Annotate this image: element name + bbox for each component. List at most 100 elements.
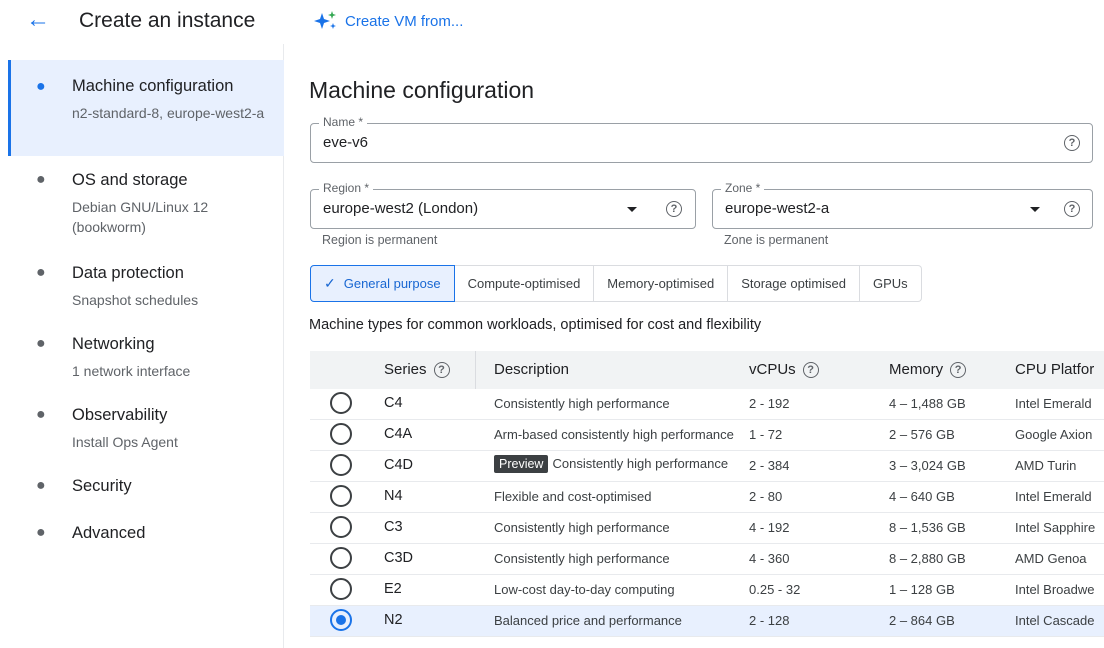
sidebar-item-sub: Snapshot schedules xyxy=(72,292,199,308)
tab-memory-optimised[interactable]: Memory-optimised xyxy=(594,265,729,302)
cell-series: C4A xyxy=(384,426,413,442)
machine-series-table: Series ? Description vCPUs ? Memory ? CP… xyxy=(310,351,1104,637)
cell-cpu-platform: AMD Turin xyxy=(1015,458,1077,473)
region-select[interactable]: Region * europe-west2 (London) ? xyxy=(310,181,696,229)
cell-memory: 8 – 1,536 GB xyxy=(889,520,966,535)
chevron-down-icon[interactable] xyxy=(1030,207,1040,212)
cell-vcpus: 4 - 360 xyxy=(749,551,790,566)
cell-series: N4 xyxy=(384,488,403,504)
tab-gpus[interactable]: GPUs xyxy=(860,265,922,302)
arrow-left-icon[interactable]: ← xyxy=(26,8,50,32)
cell-cpu-platform: Intel Emerald xyxy=(1015,396,1092,411)
cell-description: Balanced price and performance xyxy=(494,613,682,628)
cell-memory: 1 – 128 GB xyxy=(889,582,955,597)
cell-cpu-platform: Intel Cascade xyxy=(1015,613,1095,628)
tab-general-purpose[interactable]: ✓ General purpose xyxy=(310,265,455,302)
cell-vcpus: 2 - 192 xyxy=(749,396,790,411)
table-header: Series ? Description vCPUs ? Memory ? CP… xyxy=(310,351,1104,389)
sidebar-item-os-and-storage[interactable]: ● OS and storage Debian GNU/Linux 12 (bo… xyxy=(8,166,284,242)
radio-button[interactable] xyxy=(330,423,352,445)
cell-vcpus: 2 - 80 xyxy=(749,489,783,504)
sidebar-nav: ● Machine configuration n2-standard-8, e… xyxy=(0,44,284,648)
tab-label: Memory-optimised xyxy=(607,276,715,291)
zone-select[interactable]: Zone * europe-west2-a ? xyxy=(712,181,1093,229)
sidebar-item-label: Observability xyxy=(72,406,168,424)
table-row[interactable]: E2 Low-cost day-to-day computing 0.25 - … xyxy=(310,575,1104,606)
cell-description: Arm-based consistently high performance xyxy=(494,427,734,442)
help-icon[interactable]: ? xyxy=(1064,201,1080,217)
sidebar-item-observability[interactable]: ● Observability Install Ops Agent xyxy=(8,401,284,457)
table-row[interactable]: C3 Consistently high performance 4 - 192… xyxy=(310,513,1104,544)
radio-button[interactable] xyxy=(330,485,352,507)
section-title: Machine configuration xyxy=(309,77,535,103)
sidebar-item-machine-configuration[interactable]: ● Machine configuration n2-standard-8, e… xyxy=(8,60,284,156)
radio-button[interactable] xyxy=(330,578,352,600)
sidebar-item-data-protection[interactable]: ● Data protection Snapshot schedules xyxy=(8,259,284,315)
header-label: Series xyxy=(384,361,427,378)
create-vm-from-button[interactable]: Create VM from... xyxy=(313,10,463,32)
cell-description: Consistently high performance xyxy=(494,551,670,566)
table-row[interactable]: N4 Flexible and cost-optimised 2 - 80 4 … xyxy=(310,482,1104,513)
sidebar-item-networking[interactable]: ● Networking 1 network interface xyxy=(8,330,284,386)
region-field-value: europe-west2 (London) xyxy=(323,200,479,217)
cell-series: C3 xyxy=(384,519,403,535)
check-icon: ✓ xyxy=(324,275,336,291)
cell-memory: 3 – 3,024 GB xyxy=(889,458,966,473)
help-icon[interactable]: ? xyxy=(433,361,450,378)
main-content: Machine configuration Name * eve-v6 ? Re… xyxy=(284,44,1104,648)
table-row-selected[interactable]: N2 Balanced price and performance 2 - 12… xyxy=(310,606,1104,637)
cell-memory: 4 – 640 GB xyxy=(889,489,955,504)
help-icon[interactable]: ? xyxy=(802,361,819,378)
cell-cpu-platform: AMD Genoa xyxy=(1015,551,1087,566)
column-header-vcpus: vCPUs ? xyxy=(749,361,819,378)
cell-memory: 2 – 864 GB xyxy=(889,613,955,628)
bullet-icon: ● xyxy=(36,406,46,423)
cell-memory: 4 – 1,488 GB xyxy=(889,396,966,411)
sidebar-item-security[interactable]: ● Security xyxy=(8,472,284,504)
table-row[interactable]: C4 Consistently high performance 2 - 192… xyxy=(310,389,1104,420)
sidebar-item-advanced[interactable]: ● Advanced xyxy=(8,519,284,551)
bullet-icon: ● xyxy=(36,524,46,541)
name-field[interactable]: Name * eve-v6 ? xyxy=(310,115,1093,163)
radio-button[interactable] xyxy=(330,547,352,569)
header-label: Memory xyxy=(889,361,944,378)
column-header-series: Series ? xyxy=(384,361,450,378)
table-row[interactable]: C4A Arm-based consistently high performa… xyxy=(310,420,1104,451)
header-label: CPU Platfor xyxy=(1015,361,1095,378)
bullet-icon: ● xyxy=(36,78,46,95)
radio-button[interactable] xyxy=(330,392,352,414)
cell-description: Consistently high performance xyxy=(494,396,670,411)
chevron-down-icon[interactable] xyxy=(627,207,637,212)
column-header-memory: Memory ? xyxy=(889,361,967,378)
help-icon[interactable]: ? xyxy=(950,361,967,378)
cell-vcpus: 2 - 128 xyxy=(749,613,790,628)
top-bar: ← Create an instance Create VM from... xyxy=(0,0,1104,44)
page-title: Create an instance xyxy=(79,9,256,32)
sidebar-item-sub: 1 network interface xyxy=(72,363,191,379)
help-icon[interactable]: ? xyxy=(1064,135,1080,151)
preview-badge: Preview xyxy=(494,455,549,473)
radio-button-checked[interactable] xyxy=(330,609,352,631)
radio-button[interactable] xyxy=(330,516,352,538)
cell-description: Flexible and cost-optimised xyxy=(494,489,652,504)
cell-description: Consistently high performance xyxy=(494,520,670,535)
sidebar-item-label: Security xyxy=(72,477,132,495)
tab-compute-optimised[interactable]: Compute-optimised xyxy=(454,265,595,302)
sidebar-item-sub: n2-standard-8, europe-west2-a xyxy=(72,105,265,121)
cell-vcpus: 4 - 192 xyxy=(749,520,790,535)
radio-button[interactable] xyxy=(330,454,352,476)
cell-series: C3D xyxy=(384,550,414,566)
tab-storage-optimised[interactable]: Storage optimised xyxy=(728,265,860,302)
sidebar-item-label: OS and storage xyxy=(72,171,188,189)
cell-series: C4D xyxy=(384,457,414,473)
sidebar-item-sub: Install Ops Agent xyxy=(72,434,178,450)
table-row[interactable]: C4D Preview Consistently high performance… xyxy=(310,451,1104,482)
tab-label: General purpose xyxy=(343,276,441,291)
machine-family-tabs: ✓ General purpose Compute-optimised Memo… xyxy=(310,265,922,302)
cell-series: C4 xyxy=(384,395,403,411)
cell-vcpus: 0.25 - 32 xyxy=(749,582,801,597)
tab-label: Storage optimised xyxy=(741,276,846,291)
column-divider xyxy=(475,351,476,389)
help-icon[interactable]: ? xyxy=(666,201,682,217)
table-row[interactable]: C3D Consistently high performance 4 - 36… xyxy=(310,544,1104,575)
